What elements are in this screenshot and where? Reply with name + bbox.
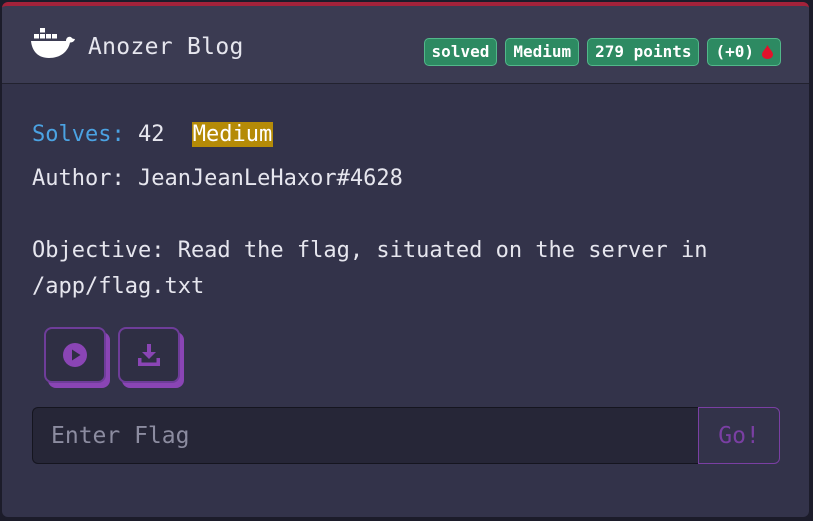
play-circle-icon [63, 343, 87, 367]
challenge-card: Anozer Blog solved Medium 279 points (+0… [2, 2, 809, 517]
solves-count: 42 [137, 122, 165, 147]
download-files-button[interactable] [118, 327, 180, 383]
flag-form: Go! [32, 407, 780, 464]
submit-flag-button[interactable]: Go! [698, 407, 780, 464]
docker-whale-icon [31, 28, 75, 58]
solves-label: Solves: [32, 122, 125, 147]
bonus-points: (+0) [715, 42, 754, 61]
download-icon [138, 344, 160, 366]
points-badge: 279 points [587, 38, 700, 66]
difficulty-highlight: Medium [191, 122, 274, 147]
challenge-title: Anozer Blog [88, 34, 244, 60]
badge-group: solved Medium 279 points (+0) [423, 38, 781, 66]
start-instance-button[interactable] [44, 327, 106, 383]
difficulty-badge: Medium [505, 38, 580, 66]
solved-badge: solved [423, 38, 498, 66]
flag-input[interactable] [32, 407, 698, 464]
author-line: Author: JeanJeanLeHaxor#4628 [32, 166, 403, 191]
first-blood-badge: (+0) [707, 38, 781, 66]
card-header: Anozer Blog solved Medium 279 points (+0… [2, 6, 809, 84]
blood-drop-icon [762, 45, 773, 59]
objective-line-2: /app/flag.txt [32, 274, 205, 299]
objective-line-1: Objective: Read the flag, situated on th… [32, 238, 708, 263]
solves-line: Solves: 42 Medium [32, 117, 274, 153]
